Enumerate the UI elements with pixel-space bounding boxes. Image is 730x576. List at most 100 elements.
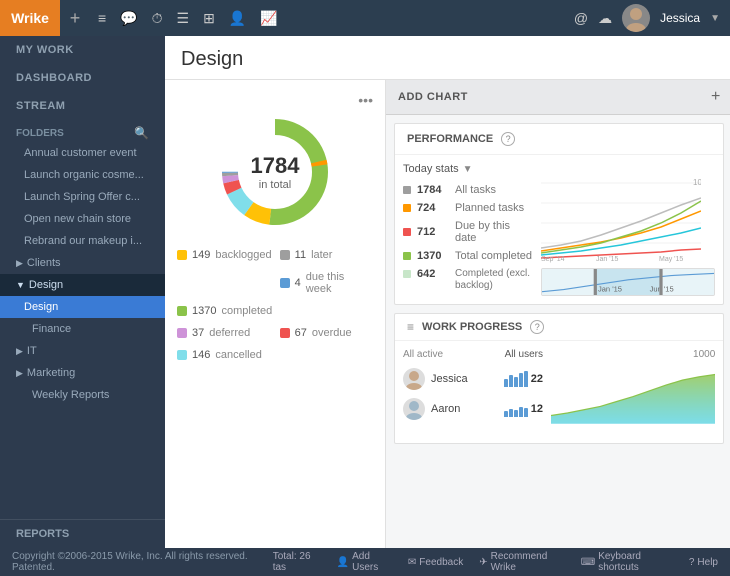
stat-value-overdue: 67 (295, 327, 307, 339)
add-users-label: Add Users (352, 551, 392, 573)
stat-dot-backlogged (177, 250, 187, 260)
sidebar-folder-chain[interactable]: Open new chain store (0, 208, 165, 230)
chat-icon[interactable]: 💬 (120, 10, 137, 27)
user-row-jessica: Jessica 22 (403, 364, 543, 394)
more-options-icon[interactable]: ••• (358, 92, 373, 108)
stat-value-backlogged: 149 (192, 249, 210, 261)
sidebar-folder-annual[interactable]: Annual customer event (0, 142, 165, 164)
sidebar-item-dashboard[interactable]: DASHBOARD (0, 64, 165, 92)
sidebar-item-stream[interactable]: STREAM (0, 92, 165, 120)
add-users-action[interactable]: 👤 Add Users (337, 551, 392, 573)
help-label: Help (697, 557, 718, 568)
donut-total-label: in total (251, 179, 300, 191)
today-stats-label: Today stats (403, 163, 459, 175)
search-icon[interactable]: 🔍 (134, 126, 149, 140)
bottombar: Copyright ©2006-2015 Wrike, Inc. All rig… (0, 548, 730, 576)
sidebar-folder-design-active[interactable]: Design (0, 296, 165, 318)
feedback-action[interactable]: ✉ Feedback (408, 551, 463, 573)
all-active-label: All active (403, 349, 443, 360)
sidebar-group-marketing[interactable]: ▶ Marketing (0, 362, 165, 384)
stat-dot-completed (177, 306, 187, 316)
stat-backlogged: 149 backlogged (177, 246, 272, 264)
sidebar-item-my-work[interactable]: MY WORK (0, 36, 165, 64)
left-panel: ••• (165, 80, 385, 548)
sidebar-group-design[interactable]: ▼ Design (0, 274, 165, 296)
at-icon[interactable]: @ (574, 10, 588, 26)
right-panel: ADD CHART + PERFORMANCE ? Today stats (385, 80, 730, 548)
sidebar-folder-rebrand[interactable]: Rebrand our makeup i... (0, 230, 165, 252)
recommend-icon: ✈ (479, 557, 487, 568)
perf-num-all-tasks: 1784 (417, 184, 449, 196)
users-list-header: All active All users (403, 349, 543, 360)
perf-dot-planned (403, 204, 411, 212)
perf-dot-all-tasks (403, 186, 411, 194)
today-stats-dropdown[interactable]: ▼ (463, 164, 473, 175)
sidebar-folder-organic[interactable]: Launch organic cosme... (0, 164, 165, 186)
add-chart-plus-button[interactable]: + (711, 88, 720, 106)
perf-num-planned: 724 (417, 202, 449, 214)
work-progress-header: ≡ WORK PROGRESS ? (395, 314, 723, 341)
perf-chart-area: 1000 (541, 163, 715, 296)
donut-label: 1784 in total (251, 153, 300, 191)
stat-label-overdue: overdue (312, 327, 352, 339)
list-icon[interactable]: ☰ (177, 10, 190, 27)
performance-help[interactable]: ? (501, 132, 515, 146)
work-progress-help[interactable]: ? (530, 320, 544, 334)
mini-scroll-chart[interactable]: Jan '15 Jun '15 (541, 268, 715, 296)
help-action[interactable]: ? Help (689, 551, 718, 573)
stat-due-week: 4 due this week (280, 268, 373, 298)
chevron-right-icon-it: ▶ (16, 346, 23, 357)
keyboard-shortcuts-action[interactable]: ⌨ Keyboard shortcuts (581, 551, 673, 573)
donut-chart: 1784 in total (177, 112, 373, 232)
performance-line-chart: 1000 (541, 163, 701, 263)
perf-stat-excl: 642 Completed (excl. backlog) (403, 265, 533, 295)
hamburger-icon[interactable]: ≡ (98, 10, 106, 26)
chart-icon[interactable]: 📈 (260, 10, 277, 27)
add-chart-label: ADD CHART (398, 91, 468, 103)
total-tasks: Total: 26 tas (273, 551, 321, 573)
stat-label-due-week: due this week (306, 271, 373, 295)
app-name: Wrike (11, 10, 49, 26)
sidebar-group-it[interactable]: ▶ IT (0, 340, 165, 362)
user-row-aaron: Aaron 12 (403, 394, 543, 424)
perf-dot-due (403, 228, 411, 236)
recommend-action[interactable]: ✈ Recommend Wrike (479, 551, 565, 573)
username[interactable]: Jessica (660, 11, 700, 25)
topbar: Wrike + ≡ 💬 ⏱ ☰ ⊞ 👤 📈 @ ☁ Jessica ▼ (0, 0, 730, 36)
recommend-label: Recommend Wrike (491, 551, 565, 573)
feedback-label: Feedback (419, 557, 463, 568)
bottombar-actions: Total: 26 tas 👤 Add Users ✉ Feedback ✈ R… (273, 551, 718, 573)
user-bars-aaron: 12 (504, 401, 543, 417)
keyboard-icon: ⌨ (581, 557, 595, 568)
mini-scroll-svg: Jan '15 Jun '15 (542, 268, 714, 296)
performance-header: PERFORMANCE ? (395, 124, 723, 155)
stats-grid: 149 backlogged 11 later 4 (177, 246, 373, 364)
sidebar-folder-weekly[interactable]: Weekly Reports (0, 384, 165, 406)
topbar-right: @ ☁ Jessica ▼ (574, 4, 720, 32)
stat-dot-deferred (177, 328, 187, 338)
perf-dot-excl (403, 270, 411, 278)
aaron-bar-chart (504, 401, 528, 417)
cloud-icon[interactable]: ☁ (598, 10, 612, 27)
user-avatar-jessica (403, 368, 425, 390)
all-users-dropdown[interactable]: All users (505, 349, 543, 360)
svg-text:May '15: May '15 (659, 256, 683, 263)
username-dropdown-icon[interactable]: ▼ (710, 13, 720, 24)
stat-dot-overdue (280, 328, 290, 338)
add-users-icon: 👤 (337, 557, 349, 568)
user-icon[interactable]: 👤 (229, 10, 246, 27)
stat-completed: 1370 completed (177, 302, 373, 320)
sidebar-reports[interactable]: REPORTS (0, 519, 165, 548)
layout: MY WORK DASHBOARD STREAM FOLDERS 🔍 Annua… (0, 36, 730, 548)
aaron-bar-1 (504, 411, 508, 417)
sidebar-group-clients[interactable]: ▶ Clients (0, 252, 165, 274)
sidebar-folder-finance[interactable]: Finance (0, 318, 165, 340)
add-button[interactable]: + (60, 0, 90, 36)
stat-value-completed: 1370 (192, 305, 216, 317)
grid-icon[interactable]: ⊞ (203, 10, 215, 27)
sidebar-folder-spring[interactable]: Launch Spring Offer c... (0, 186, 165, 208)
add-chart-bar: ADD CHART + (386, 80, 730, 115)
perf-label-all-tasks: All tasks (455, 184, 496, 196)
timer-icon[interactable]: ⏱ (152, 10, 163, 27)
aaron-bar-2 (509, 409, 513, 417)
